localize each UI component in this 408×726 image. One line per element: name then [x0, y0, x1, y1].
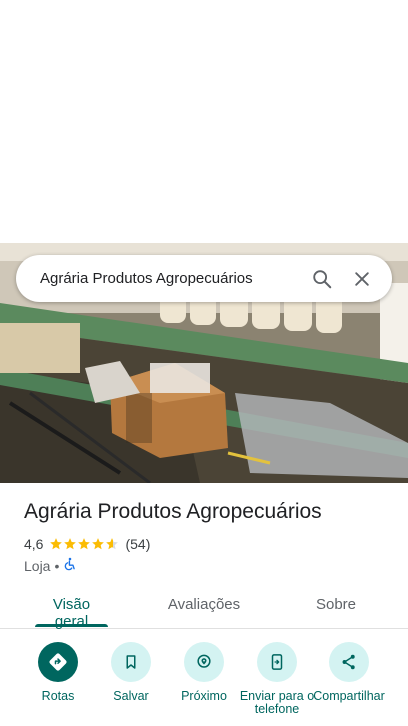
nearby-icon	[184, 642, 224, 682]
share-label: Compartilhar	[313, 690, 385, 703]
send-to-phone-button[interactable]: Enviar para o telefone	[238, 642, 316, 718]
close-icon[interactable]	[350, 267, 374, 291]
save-button[interactable]: Salvar	[92, 642, 170, 718]
save-label: Salvar	[113, 690, 149, 703]
star-icon	[92, 538, 105, 550]
place-category: Loja	[24, 557, 51, 574]
star-icon	[50, 538, 63, 550]
tab-about[interactable]: Sobre	[306, 596, 366, 613]
bookmark-icon	[111, 642, 151, 682]
star-rating	[49, 537, 119, 551]
separator: •	[54, 557, 60, 574]
share-icon	[329, 642, 369, 682]
send-to-phone-icon	[257, 642, 297, 682]
search-bar[interactable]: Agrária Produtos Agropecuários	[16, 255, 392, 302]
search-query[interactable]: Agrária Produtos Agropecuários	[40, 270, 310, 287]
place-title: Agrária Produtos Agropecuários	[24, 500, 322, 523]
tab-reviews[interactable]: Avaliações	[160, 596, 248, 613]
directions-button[interactable]: Rotas	[19, 642, 97, 718]
directions-icon	[38, 642, 78, 682]
review-count[interactable]: (54)	[125, 536, 150, 552]
rating-value: 4,6	[24, 536, 44, 552]
share-button[interactable]: Compartilhar	[310, 642, 388, 718]
place-tabs: Visão geral Avaliações Sobre	[0, 588, 408, 630]
action-bar: Rotas Salvar Próximo Enviar para o telef…	[0, 642, 408, 726]
star-icon	[78, 538, 91, 550]
send-to-phone-label: Enviar para o telefone	[239, 690, 315, 716]
star-icon	[106, 538, 119, 550]
star-icon	[64, 538, 77, 550]
place-meta: Loja •	[24, 557, 77, 574]
nearby-label: Próximo	[181, 690, 227, 703]
directions-label: Rotas	[41, 690, 75, 703]
wheelchair-accessible-icon	[63, 557, 77, 574]
search-icon[interactable]	[310, 267, 334, 291]
nearby-button[interactable]: Próximo	[165, 642, 243, 718]
active-tab-indicator	[35, 624, 108, 627]
rating-row[interactable]: 4,6 (54)	[24, 536, 150, 552]
